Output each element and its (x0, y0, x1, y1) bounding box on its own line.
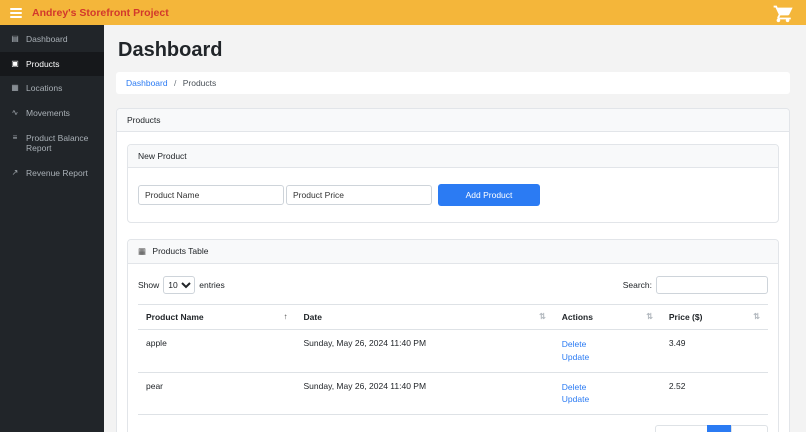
cell-actions: Delete Update (553, 372, 661, 415)
layout: ▤ Dashboard ▣ Products ▦ Locations ∿ Mov… (0, 25, 806, 432)
page-length-control: Show 10 entries (138, 276, 225, 294)
dashboard-icon: ▤ (11, 34, 19, 43)
sidebar-item-dashboard[interactable]: ▤ Dashboard (0, 27, 104, 52)
table-row: pear Sunday, May 26, 2024 11:40 PM Delet… (138, 372, 768, 415)
sidebar-item-locations[interactable]: ▦ Locations (0, 76, 104, 101)
sidebar-item-product-balance-report[interactable]: ≡ Product Balance Report (0, 126, 104, 161)
delete-link[interactable]: Delete (562, 338, 653, 351)
sidebar-item-label: Locations (26, 83, 63, 94)
products-table: Product Name ↑ Date ⇅ Actions ⇅ Price ($… (138, 304, 768, 415)
menu-icon[interactable] (10, 7, 22, 18)
search-label: Search: (622, 280, 652, 290)
products-icon: ▣ (11, 58, 19, 68)
column-header-actions[interactable]: Actions ⇅ (553, 304, 661, 330)
cell-price: 2.52 (660, 372, 768, 415)
cell-date: Sunday, May 26, 2024 11:40 PM (295, 329, 554, 373)
topbar: Andrey's Storefront Project (0, 0, 806, 25)
pagination-page-1[interactable]: 1 (706, 425, 732, 432)
table-header-row: Product Name ↑ Date ⇅ Actions ⇅ Price ($… (138, 304, 768, 330)
breadcrumb-separator: / (173, 78, 177, 88)
sidebar-item-revenue-report[interactable]: ↗ Revenue Report (0, 161, 104, 186)
products-table-body: Show 10 entries Search: Product Name ↑ D… (128, 264, 778, 432)
sort-icon[interactable]: ⇅ (753, 312, 760, 321)
sidebar-item-label: Movements (26, 107, 70, 118)
sidebar-item-products[interactable]: ▣ Products (0, 51, 104, 77)
sort-icon[interactable]: ⇅ (646, 312, 653, 321)
revenue-report-icon: ↗ (11, 167, 19, 177)
cart-button[interactable] (770, 2, 796, 24)
table-footer: Showing 1 to 2 of 2 entries Previous 1 N… (138, 425, 768, 432)
main-content: Dashboard Dashboard / Products Products … (104, 25, 806, 432)
products-card-header: Products (117, 109, 789, 132)
app-title: Andrey's Storefront Project (32, 6, 169, 19)
cell-date: Sunday, May 26, 2024 11:40 PM (295, 372, 554, 415)
column-header-date[interactable]: Date ⇅ (295, 304, 554, 330)
sidebar-item-label: Products (26, 58, 60, 69)
cart-icon (773, 5, 793, 22)
products-table-header: ▦ Products Table (128, 240, 778, 264)
sort-asc-icon[interactable]: ↑ (284, 312, 288, 321)
balance-report-icon: ≡ (12, 132, 18, 142)
breadcrumb-current: Products (182, 78, 217, 88)
entries-label: entries (199, 280, 225, 290)
table-controls: Show 10 entries Search: (138, 276, 768, 294)
new-product-form: Add Product (138, 184, 768, 206)
cell-product-name: apple (138, 329, 296, 373)
sidebar: ▤ Dashboard ▣ Products ▦ Locations ∿ Mov… (0, 25, 104, 432)
products-card-body: New Product Add Product ▦ (117, 132, 789, 432)
search-control: Search: (623, 276, 768, 294)
page-title: Dashboard (118, 39, 223, 61)
pagination: Previous 1 Next (654, 425, 768, 432)
sort-icon[interactable]: ⇅ (539, 312, 546, 321)
new-product-header: New Product (128, 145, 778, 168)
products-card: Products New Product Add Product (116, 108, 790, 432)
cell-product-name: pear (138, 372, 296, 415)
cell-actions: Delete Update (553, 329, 661, 373)
new-product-body: Add Product (128, 168, 778, 222)
search-input[interactable] (656, 276, 768, 294)
sidebar-item-label: Dashboard (26, 34, 68, 44)
products-table-title: Products Table (152, 246, 209, 256)
app-window: Andrey's Storefront Project ▤ Dashboard … (0, 0, 806, 432)
show-label: Show (138, 280, 160, 290)
pagination-previous[interactable]: Previous (654, 425, 708, 432)
movements-icon: ∿ (11, 107, 19, 117)
update-link[interactable]: Update (562, 351, 653, 364)
cell-price: 3.49 (660, 329, 768, 373)
product-name-input[interactable] (138, 185, 284, 205)
breadcrumb-link-dashboard[interactable]: Dashboard (126, 78, 168, 88)
table-icon: ▦ (138, 246, 147, 256)
product-price-input[interactable] (286, 185, 432, 205)
page-size-select[interactable]: 10 (163, 276, 196, 294)
pagination-next[interactable]: Next (730, 425, 768, 432)
breadcrumb: Dashboard / Products (116, 72, 790, 94)
update-link[interactable]: Update (562, 393, 653, 406)
sidebar-item-movements[interactable]: ∿ Movements (0, 101, 104, 126)
locations-icon: ▦ (11, 83, 19, 93)
products-table-card: ▦ Products Table Show 10 entries Search:… (127, 239, 779, 432)
table-row: apple Sunday, May 26, 2024 11:40 PM Dele… (138, 329, 768, 373)
delete-link[interactable]: Delete (562, 381, 653, 394)
sidebar-item-label: Product Balance Report (26, 132, 89, 154)
sidebar-item-label: Revenue Report (26, 167, 88, 178)
column-header-product-name[interactable]: Product Name ↑ (138, 304, 296, 330)
new-product-card: New Product Add Product (127, 144, 779, 223)
column-header-price[interactable]: Price ($) ⇅ (660, 304, 768, 330)
add-product-button[interactable]: Add Product (438, 184, 540, 206)
